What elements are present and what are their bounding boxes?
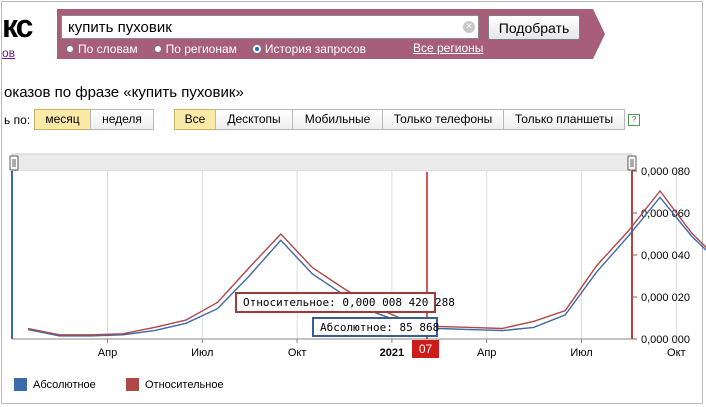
legend-relative[interactable]: Относительное (126, 378, 224, 391)
y-tick-label: 0,000 020 (641, 292, 690, 304)
plot-area (12, 171, 632, 339)
legend-label: Абсолютное (33, 378, 96, 391)
x-axis-ticks: АпрИюлОкт2021АпрИюлОкт2022 (98, 339, 686, 359)
x-tick-label: Июл (570, 347, 592, 359)
legend-absolute[interactable]: Абсолютное (14, 378, 96, 391)
y-tick-label: 0,000 000 (641, 334, 690, 346)
slider-handle-right[interactable] (627, 155, 637, 171)
y-tick-label: 0,000 060 (641, 208, 690, 220)
history-chart: 0,000 000 0,000 020 0,000 040 0,000 060 0,00… (9, 153, 706, 359)
x-tick-label: Апр (98, 347, 117, 359)
x-tick-label: 2021 (380, 347, 404, 359)
y-tick-label: 0,000 080 (641, 166, 690, 178)
x-tick-label: Окт (288, 347, 307, 359)
legend-swatch (14, 378, 27, 391)
legend-swatch (126, 378, 139, 391)
tooltip-relative: Относительное: 0,000 008 420 288 (235, 292, 455, 313)
current-month-badge: 07 (412, 340, 439, 358)
range-slider-track[interactable] (11, 153, 633, 172)
slider-handle-left[interactable] (9, 155, 19, 171)
tooltip-absolute: Абсолютное: 85 868 (312, 317, 439, 337)
x-tick-label: Окт (667, 347, 686, 359)
legend-label: Относительное (145, 378, 224, 391)
y-tick-label: 0,000 040 (641, 250, 690, 262)
x-tick-label: Июл (191, 347, 213, 359)
x-tick-label: Апр (477, 347, 496, 359)
